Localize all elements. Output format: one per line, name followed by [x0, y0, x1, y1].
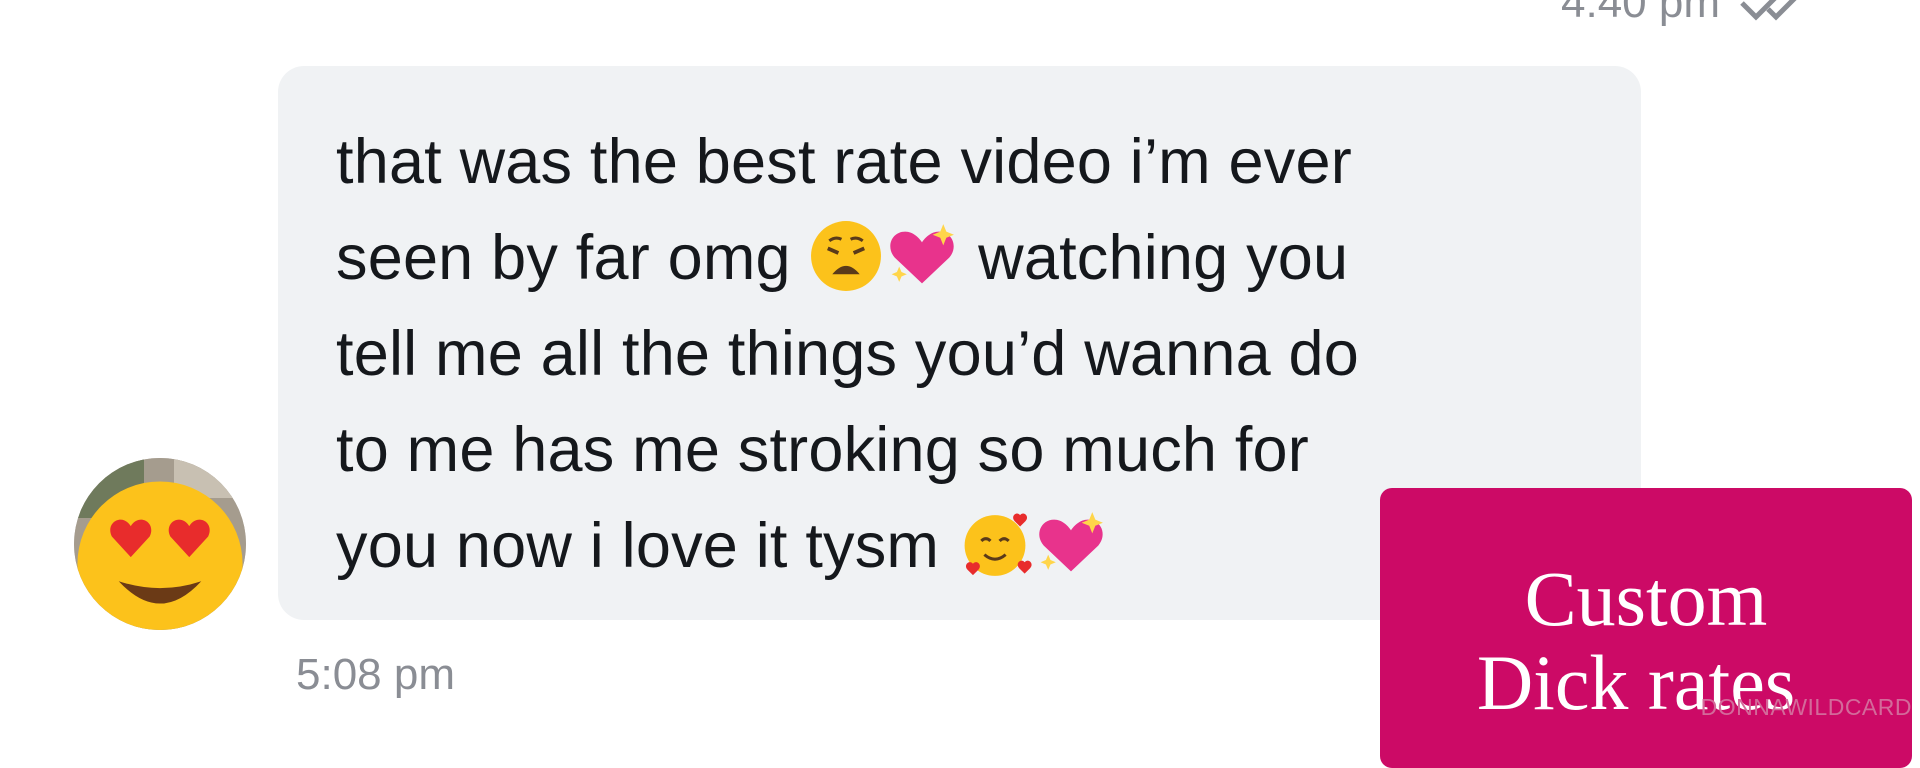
sparkling-heart-icon	[1039, 512, 1103, 572]
sparkling-heart-icon	[890, 224, 955, 284]
smiling-face-with-hearts-icon	[964, 513, 1032, 577]
message-line-3: tell me all the things you’d wanna do	[336, 319, 1360, 389]
watermark: DONNAWILDCARD	[1700, 694, 1912, 720]
weary-face-icon	[811, 221, 882, 292]
message-line-5-start: you now i love it tysm	[336, 511, 957, 581]
promo-banner: Custom Dick rates	[1380, 488, 1912, 768]
double-check-icon	[1738, 0, 1816, 23]
avatar[interactable]	[74, 458, 246, 630]
promo-line-1: Custom	[1524, 555, 1768, 642]
heart-eyes-emoji-icon	[77, 481, 243, 630]
message-line-1: that was the best rate video i’m ever	[336, 127, 1352, 197]
message-line-2: seen by far omg watching you	[336, 210, 1591, 306]
message-time: 5:08 pm	[296, 650, 455, 699]
message-line-2-start: seen by far omg	[336, 223, 809, 293]
sent-time: 4:40 pm	[1561, 0, 1720, 27]
message-line-2-end: watching you	[960, 223, 1349, 293]
message-status: 4:40 pm	[1561, 0, 1816, 28]
message-line-4: to me has me stroking so much for	[336, 415, 1309, 485]
